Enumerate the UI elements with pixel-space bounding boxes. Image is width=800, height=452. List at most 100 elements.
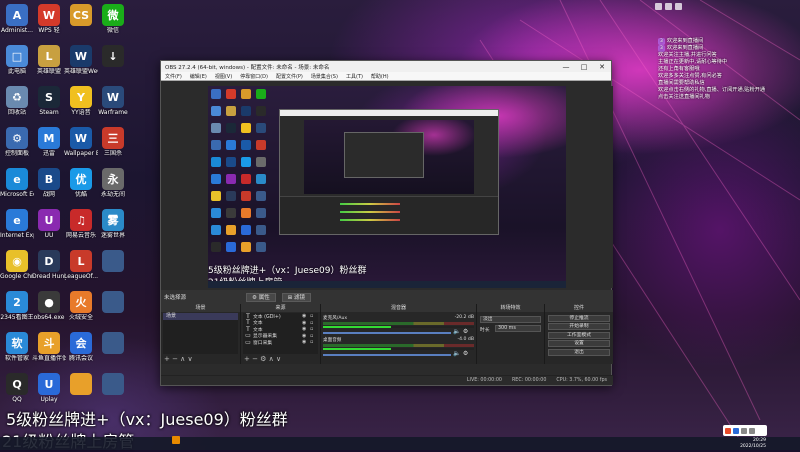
desktop-icon[interactable]: 优优酷 (64, 168, 98, 198)
gear-icon[interactable]: ⚙ (463, 350, 468, 357)
desktop-icon[interactable]: 软软件管家 (0, 332, 34, 362)
settings-button[interactable]: 设置 (548, 340, 610, 347)
desktop-icon[interactable] (96, 332, 130, 355)
desktop-icon[interactable]: 永永劫无间 (96, 168, 130, 198)
desktop-icon[interactable]: W WPS 轻 (32, 4, 66, 34)
obs-preview[interactable]: 5级粉丝牌进+（vx：Juese09）粉丝群 21级粉丝牌上房管 (208, 86, 566, 288)
ime-toolbar[interactable] (723, 425, 767, 436)
desktop-icon[interactable]: DDread Hunger (32, 250, 66, 280)
properties-button[interactable]: ⚙ 属性 (246, 292, 276, 302)
obs-window[interactable]: OBS 27.2.4 (64-bit, windows) - 配置文件: 未命名… (160, 60, 613, 386)
desktop-icon[interactable]: L 英雄联盟 (32, 45, 66, 75)
sogou-icon[interactable] (725, 427, 731, 434)
desktop-icon[interactable]: L LeagueOf... (64, 250, 98, 280)
desktop-icon[interactable]: ● obs64.exe (32, 291, 66, 321)
desktop-icon[interactable]: S Steam (32, 86, 66, 116)
menu-edit[interactable]: 编辑(E) (186, 73, 211, 80)
desktop-icon[interactable]: 会腾讯会议 (64, 332, 98, 362)
menu-tools[interactable]: 工具(T) (342, 73, 367, 80)
duration-input[interactable]: 300 ms (495, 325, 541, 332)
desktop-icon[interactable]: ↓ (96, 45, 130, 68)
ime-icon[interactable] (733, 427, 739, 434)
desktop-icon[interactable]: ♫ 网易云音乐 (64, 209, 98, 239)
desktop-icon[interactable]: W Warframe (96, 86, 130, 116)
lock-icon[interactable]: ▫ (310, 320, 318, 326)
desktop-icon[interactable]: 斗斗鱼直播伴侣 (32, 332, 66, 362)
ime-icon[interactable] (741, 427, 747, 434)
desktop-icon[interactable]: 2 2345看图王 (0, 291, 34, 321)
lock-icon[interactable]: ▫ (310, 333, 318, 339)
desktop-icon[interactable]: A Administ... (0, 4, 34, 34)
desktop-icon[interactable]: CS (64, 4, 98, 27)
menu-file[interactable]: 文件(F) (161, 73, 186, 80)
lock-icon[interactable]: ▫ (310, 326, 318, 332)
desktop-icon[interactable]: eInternet Explorer (0, 209, 34, 239)
volume-slider[interactable] (323, 331, 452, 334)
scene-item[interactable]: 场景 (163, 313, 238, 320)
window-controls[interactable]: — □ ✕ (557, 63, 611, 71)
lock-icon[interactable]: ▫ (310, 339, 318, 345)
source-item[interactable]: ▭ 窗口采集 ◉ ▫ (243, 339, 318, 346)
app-icon: ◉ (6, 250, 28, 272)
overlay-icon[interactable] (675, 3, 682, 10)
desktop-icon[interactable]: eMicrosoft Edge (0, 168, 34, 198)
menu-view[interactable]: 视图(V) (211, 73, 236, 80)
desktop-icon[interactable]: 火火绒安全 (64, 291, 98, 321)
desktop-icon[interactable]: ◉Google Chrome (0, 250, 34, 280)
overlay-icon[interactable] (665, 3, 672, 10)
desktop-icon[interactable]: U UU (32, 209, 66, 239)
taskbar-app-icon[interactable] (172, 436, 180, 444)
sources-footer[interactable]: + − ⚙ ∧ ∨ (241, 354, 320, 364)
gear-icon[interactable]: ⚙ (463, 328, 468, 335)
desktop-icon[interactable]: Y YY语音 (64, 86, 98, 116)
taskbar-clock[interactable]: 20:29 2022/10/25 (740, 438, 766, 449)
eye-icon[interactable]: ◉ (302, 339, 310, 345)
desktop-icon[interactable]: WWallpaper Engine (64, 127, 98, 157)
overlay-icon[interactable] (655, 3, 662, 10)
maximize-button[interactable]: □ (575, 63, 593, 71)
menu-profile[interactable]: 配置文件(P) (272, 73, 307, 80)
studio-mode-button[interactable]: 工作室模式 (548, 331, 610, 339)
desktop-icon[interactable]: 雾迷雾世界 (96, 209, 130, 239)
desktop-icon[interactable]: Q QQ (0, 373, 34, 403)
speaker-icon[interactable]: 🔈 (453, 328, 460, 335)
stop-streaming-button[interactable]: 停止推流 (548, 314, 610, 322)
lock-icon[interactable]: ▫ (310, 313, 318, 319)
desktop-icon[interactable] (96, 291, 130, 314)
close-button[interactable]: ✕ (593, 63, 611, 71)
desktop-icon[interactable]: B 战网 (32, 168, 66, 198)
overlay-toolbar[interactable] (655, 3, 682, 10)
desktop-icon[interactable] (96, 373, 130, 396)
desktop-icon[interactable]: W英雄联盟WeGame版 (64, 45, 98, 75)
desktop-icon[interactable]: 三三国杀 (96, 127, 130, 157)
desktop-icon[interactable]: U Uplay (32, 373, 66, 403)
menu-docks[interactable]: 停靠窗口(D) (236, 73, 272, 80)
ime-icon[interactable] (749, 427, 755, 434)
eye-icon[interactable]: ◉ (302, 320, 310, 326)
desktop-icon[interactable]: ♻ 回收站 (0, 86, 34, 116)
minimize-button[interactable]: — (557, 63, 575, 71)
app-icon: Q (6, 373, 28, 395)
desktop-icon[interactable]: M 迅雷 (32, 127, 66, 157)
filters-button[interactable]: ⊞ 滤镜 (281, 292, 312, 302)
transition-select[interactable]: 淡出 (480, 316, 541, 323)
desktop-icon[interactable]: ⚙ 控制面板 (0, 127, 34, 157)
eye-icon[interactable]: ◉ (302, 313, 310, 319)
speaker-icon[interactable]: 🔈 (453, 350, 460, 357)
eye-icon[interactable]: ◉ (302, 326, 310, 332)
menu-scene-collection[interactable]: 场景集合(S) (307, 73, 342, 80)
desktop-icon[interactable]: 微微信 (96, 4, 130, 34)
volume-slider[interactable] (323, 353, 452, 356)
obs-titlebar[interactable]: OBS 27.2.4 (64-bit, windows) - 配置文件: 未命名… (161, 61, 611, 72)
eye-icon[interactable]: ◉ (302, 333, 310, 339)
scenes-footer[interactable]: + − ∧ ∨ (161, 354, 240, 364)
desktop-icon[interactable]: □ 此电脑 (0, 45, 34, 75)
desktop-icon-label: 软件管家 (4, 355, 29, 362)
controls-dock: 控件 停止推流 开始录制 工作室模式 设置 退出 (545, 304, 613, 364)
exit-button[interactable]: 退出 (548, 348, 610, 356)
desktop-icon[interactable] (64, 373, 98, 396)
start-recording-button[interactable]: 开始录制 (548, 323, 610, 330)
desktop-icon[interactable] (96, 250, 130, 273)
chat-text: 欢迎多多关注点赞,有问必答 (658, 73, 722, 79)
menu-help[interactable]: 帮助(H) (367, 73, 393, 80)
